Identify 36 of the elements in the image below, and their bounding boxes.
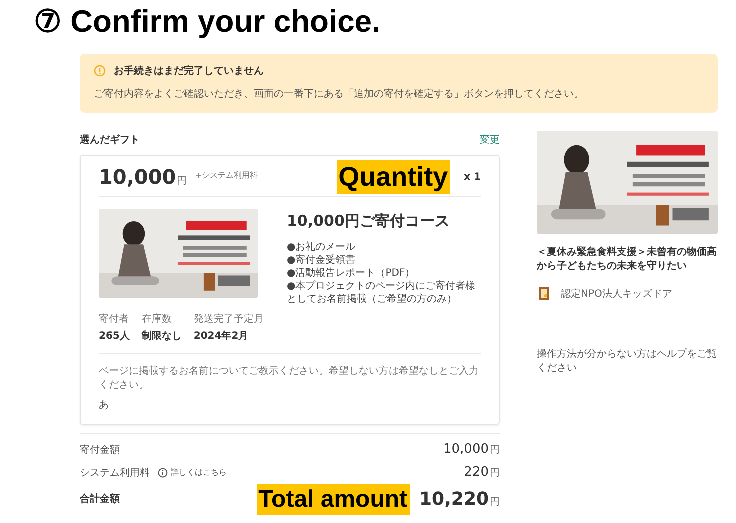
help-text: 操作方法が分からない方はヘルプをご覧ください [537, 348, 718, 375]
stat-value: 265人 [99, 330, 130, 343]
stat-label: 寄付者 [99, 312, 130, 326]
quantity-text: x 1 [464, 172, 481, 182]
stat-value: 2024年2月 [194, 330, 250, 343]
change-link[interactable]: 変更 [480, 133, 500, 147]
course-title: 10,000円ご寄付コース [287, 212, 451, 231]
fee-note: +システム利用料 [195, 170, 258, 180]
stat-value: 制限なし [142, 330, 182, 343]
door-icon [537, 286, 551, 301]
total-callout: Total amount [256, 484, 410, 514]
organization-name: 認定NPO法人キッズドア [561, 288, 672, 300]
notice-text: ご寄付内容をよくご確認いただき、画面の一番下にある「追加の寄付を確定する」ボタンを押してください。 [94, 88, 585, 101]
details-link[interactable]: 詳しくはこちら [158, 467, 227, 478]
benefit-item: ●本プロジェクトのページ内にご寄付者様としてお名前掲載（ご希望の方のみ） [287, 280, 477, 306]
price-text: 10,000 円 [99, 165, 188, 189]
summary-amount: 220 円 [464, 465, 500, 480]
name-prompt: ページに掲載するお名前についてご教示ください。希望しない方は希望なしとご入力ください。 [99, 364, 480, 392]
benefit-item: ●寄付金受領書 [287, 254, 357, 267]
summary-label: システム利用料 [80, 466, 150, 480]
info-icon [158, 468, 168, 478]
summary-amount: 10,000 円 [444, 442, 500, 457]
summary-label: 寄付金額 [80, 444, 120, 456]
warning-icon [94, 65, 106, 77]
benefit-item: ●活動報告レポート（PDF） [287, 267, 416, 280]
name-value: あ [99, 399, 110, 412]
stat-label: 在庫数 [142, 312, 173, 326]
summary-amount: 10,220 円 [420, 488, 500, 510]
notice-title: お手続きはまだ完了していません [114, 64, 264, 78]
benefit-item: ●お礼のメール [287, 241, 357, 254]
stat-label: 発送完了予定月 [194, 312, 264, 326]
page-heading: ⑦ Confirm your choice. [34, 3, 382, 41]
section-title: 選んだギフト [80, 134, 140, 147]
project-title: ＜夏休み緊急食料支援＞未曾有の物価高から子どもたちの未来を守りたい [537, 246, 718, 274]
quantity-callout: Quantity [336, 160, 450, 194]
summary-label: 合計金額 [80, 492, 120, 506]
